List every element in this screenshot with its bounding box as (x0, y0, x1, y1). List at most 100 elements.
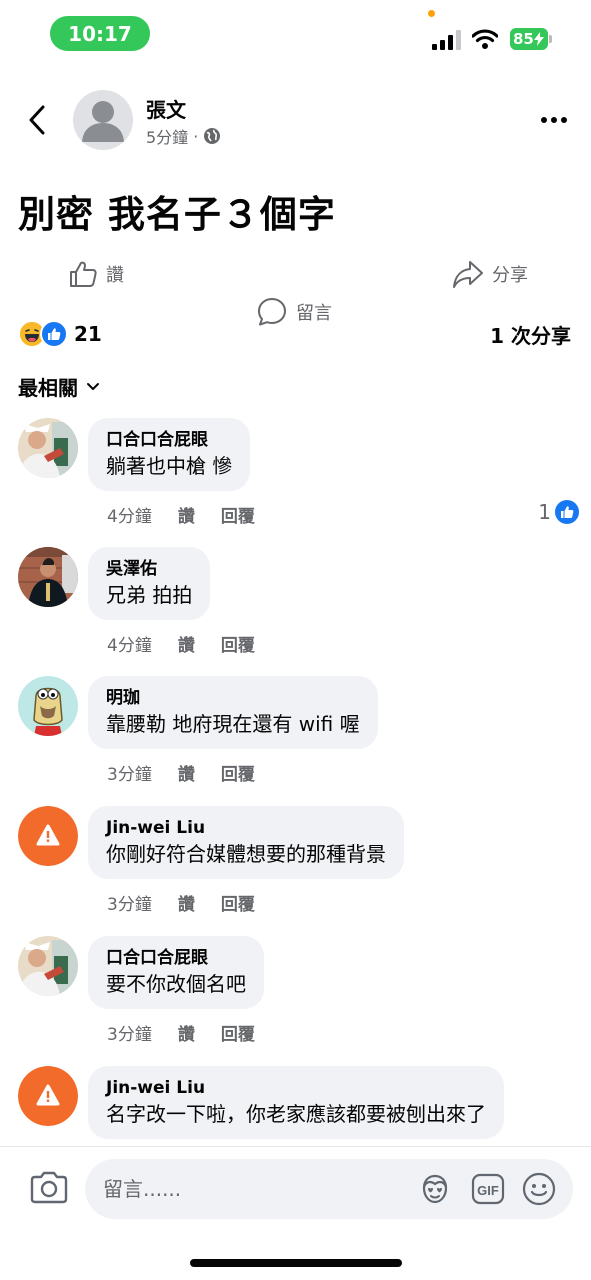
chevron-down-icon (87, 382, 99, 390)
comment-composer: GIF (85, 1159, 573, 1219)
like-label: 讚 (106, 265, 124, 286)
status-time: 10:17 (50, 16, 150, 51)
comment-meta: 3分鐘 讚 回覆 (107, 760, 255, 785)
share-arrow-icon (453, 261, 483, 288)
comment-text: 名字改一下啦，你老家應該都要被刨出來了 (106, 1102, 486, 1126)
post-author-name[interactable]: 張文 (146, 94, 186, 123)
emoji-button[interactable] (521, 1171, 557, 1207)
comment-text: 要不你改個名吧 (106, 972, 246, 996)
camera-icon (30, 1171, 68, 1204)
comment-bubble[interactable]: 口合口合屁眼 要不你改個名吧 (88, 936, 264, 1009)
comment-sort-dropdown[interactable]: 最相關 (18, 372, 100, 401)
chevron-left-icon (29, 105, 45, 135)
cellular-signal-icon (432, 30, 461, 50)
like-reaction-icon (40, 320, 68, 348)
comment-bubble[interactable]: 明珈 靠腰勒 地府現在還有 wifi 喔 (88, 676, 378, 749)
comment-meta: 3分鐘 讚 回覆 (107, 890, 255, 915)
comment-text: 你剛好符合媒體想要的那種背景 (106, 842, 386, 866)
commenter-name[interactable]: 明珈 (106, 687, 360, 709)
commenter-avatar[interactable] (18, 547, 78, 607)
status-bar: 10:17 85 (0, 0, 591, 70)
comment-label: 留言 (296, 303, 332, 324)
avatar-photo (18, 676, 78, 736)
commenter-name[interactable]: 口合口合屁眼 (106, 947, 246, 969)
sort-label: 最相關 (18, 376, 78, 400)
reaction-count: 21 (74, 322, 102, 346)
camera-button[interactable] (28, 1168, 70, 1208)
comment-item: 明珈 靠腰勒 地府現在還有 wifi 喔 3分鐘 讚 回覆 (0, 676, 591, 796)
ellipsis-dot-icon (541, 117, 547, 123)
comment-meta: 3分鐘 讚 回覆 (107, 1020, 255, 1045)
post-time: 5分鐘 (146, 128, 189, 147)
comment-meta: 4分鐘 讚 回覆 (107, 502, 255, 527)
commenter-avatar[interactable] (18, 1066, 78, 1126)
comment-like-button[interactable]: 讚 (178, 1020, 195, 1045)
comment-reply-button[interactable]: 回覆 (221, 502, 255, 527)
comment-reply-button[interactable]: 回覆 (221, 890, 255, 915)
comment-bubble[interactable]: 口合口合屁眼 躺著也中槍 慘 (88, 418, 251, 491)
post-actions: 讚 留言 分享 (0, 252, 591, 326)
comment-like-button[interactable]: 讚 (178, 890, 195, 915)
battery-indicator: 85 (510, 28, 548, 50)
avatar-photo (18, 418, 78, 478)
author-avatar[interactable] (73, 90, 133, 150)
reactions-summary[interactable]: 21 (18, 318, 102, 350)
gif-button[interactable]: GIF (470, 1171, 506, 1207)
ellipsis-dot-icon (561, 117, 567, 123)
meta-separator: · (193, 126, 199, 146)
comment-like-button[interactable]: 讚 (178, 502, 195, 527)
commenter-avatar[interactable] (18, 418, 78, 478)
like-button[interactable]: 讚 (68, 252, 124, 296)
commenter-name[interactable]: 口合口合屁眼 (106, 429, 232, 451)
default-profile-icon (82, 101, 124, 142)
comment-text: 靠腰勒 地府現在還有 wifi 喔 (106, 712, 360, 736)
comment-item: 吳澤佑 兄弟 拍拍 4分鐘 讚 回覆 (0, 547, 591, 667)
smiley-icon (522, 1172, 556, 1206)
commenter-avatar[interactable] (18, 806, 78, 866)
comment-bubble[interactable]: Jin-wei Liu 名字改一下啦，你老家應該都要被刨出來了 (88, 1066, 504, 1139)
comment-like-button[interactable]: 讚 (178, 760, 195, 785)
commenter-name[interactable]: Jin-wei Liu (106, 817, 386, 839)
commenter-name[interactable]: Jin-wei Liu (106, 1077, 486, 1099)
charging-bolt-icon (533, 32, 544, 46)
post-text: 別密 我名子３個字 (18, 193, 336, 236)
more-options-button[interactable] (536, 108, 572, 132)
like-reaction-icon (555, 500, 579, 524)
avatar-sticker-icon (422, 1174, 448, 1204)
comment-like-button[interactable]: 讚 (178, 631, 195, 656)
comment-time: 4分鐘 (107, 636, 152, 656)
share-button[interactable]: 分享 (452, 252, 528, 296)
avatar-photo (18, 547, 78, 607)
commenter-name[interactable]: 吳澤佑 (106, 558, 192, 580)
thumbs-up-icon (48, 328, 61, 340)
back-button[interactable] (20, 100, 54, 140)
comment-reaction-count[interactable]: 1 (538, 500, 579, 524)
comment-bubble[interactable]: Jin-wei Liu 你剛好符合媒體想要的那種背景 (88, 806, 404, 879)
comment-meta: 4分鐘 讚 回覆 (107, 631, 255, 656)
avatar-photo (18, 936, 78, 996)
comment-reply-button[interactable]: 回覆 (221, 1020, 255, 1045)
home-indicator[interactable] (190, 1259, 402, 1267)
share-label: 分享 (492, 265, 528, 286)
globe-icon (204, 128, 221, 144)
comment-button[interactable]: 留言 (256, 252, 591, 372)
comment-time: 4分鐘 (107, 507, 152, 527)
thumbs-up-icon (70, 261, 97, 287)
comment-text: 躺著也中槍 慘 (106, 454, 233, 478)
warning-avatar-icon (18, 806, 78, 866)
battery-cap (549, 35, 552, 43)
privacy-indicator-dot (428, 10, 435, 17)
share-count[interactable]: 1 次分享 (490, 320, 571, 349)
comment-time: 3分鐘 (107, 895, 152, 915)
commenter-avatar[interactable] (18, 936, 78, 996)
comment-reply-button[interactable]: 回覆 (221, 760, 255, 785)
comment-item: 口合口合屁眼 躺著也中槍 慘 4分鐘 讚 回覆 1 (0, 418, 591, 538)
avatar-sticker-button[interactable] (417, 1171, 453, 1207)
comment-time: 3分鐘 (107, 1025, 152, 1045)
comment-reply-button[interactable]: 回覆 (221, 631, 255, 656)
comment-input[interactable] (103, 1171, 403, 1207)
ellipsis-dot-icon (551, 117, 557, 123)
comment-bubble[interactable]: 吳澤佑 兄弟 拍拍 (88, 547, 211, 620)
commenter-avatar[interactable] (18, 676, 78, 736)
comment-item: 口合口合屁眼 要不你改個名吧 3分鐘 讚 回覆 (0, 936, 591, 1056)
